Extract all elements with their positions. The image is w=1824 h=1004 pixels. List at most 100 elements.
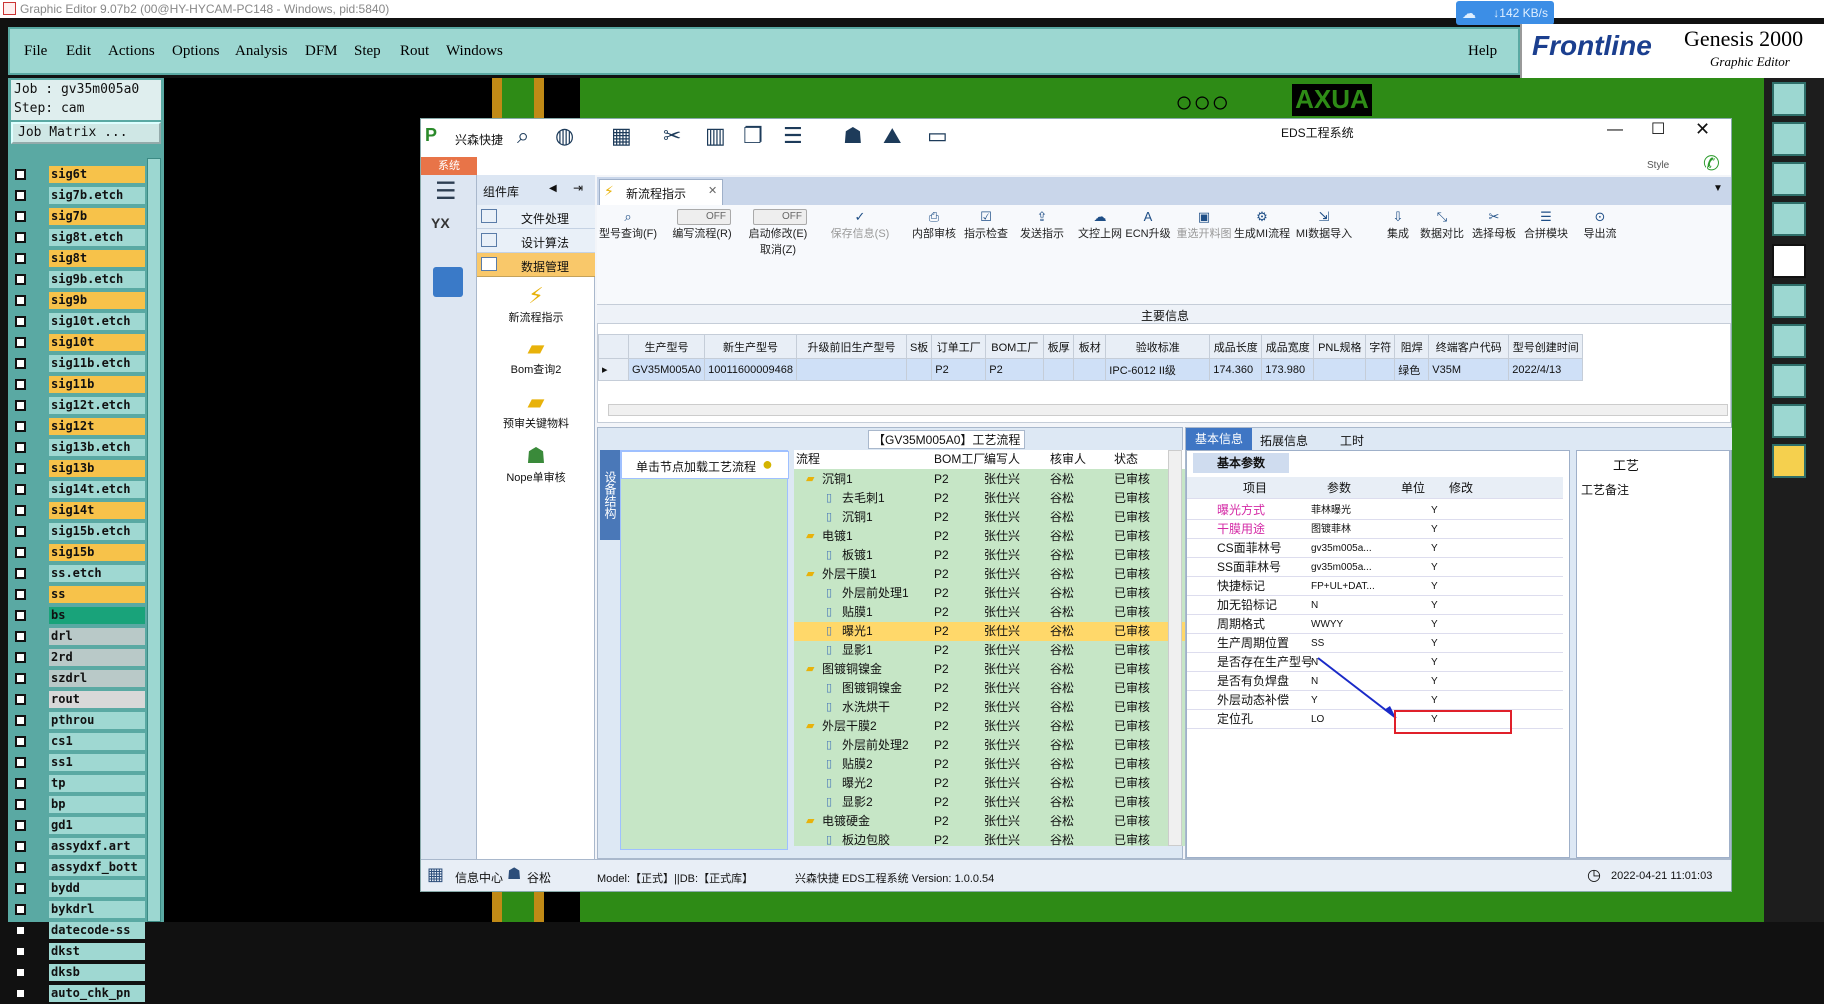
layer-name[interactable]: bs bbox=[49, 607, 145, 624]
collapse-left-icon[interactable]: ◀ bbox=[549, 183, 557, 194]
info-cell[interactable]: IPC-6012 II级 bbox=[1105, 358, 1211, 381]
pin-icon[interactable]: ⇥ bbox=[573, 181, 583, 195]
layer-name[interactable]: sig11b.etch bbox=[49, 355, 145, 372]
tool-window-icon[interactable] bbox=[1772, 122, 1806, 156]
layer-name[interactable]: sig8t bbox=[49, 250, 145, 267]
layer-name[interactable]: drl bbox=[49, 628, 145, 645]
layer-name[interactable]: sig9b bbox=[49, 292, 145, 309]
layer-row[interactable]: sig13b.etch bbox=[13, 437, 147, 458]
tool-zoom-icon[interactable] bbox=[1772, 162, 1806, 196]
layer-row[interactable]: dksb bbox=[13, 962, 147, 983]
side-bom-query[interactable]: ▰ Bom查询2 bbox=[477, 335, 595, 381]
layer-row[interactable]: auto_chk_pn bbox=[13, 983, 147, 1004]
layer-row[interactable]: ss.etch bbox=[13, 563, 147, 584]
layer-checkbox[interactable] bbox=[15, 211, 26, 222]
info-col-header[interactable]: 型号创建时间 bbox=[1508, 334, 1584, 359]
param-row[interactable]: 周期格式 WWYY Y bbox=[1187, 615, 1563, 634]
layer-row[interactable]: sig7b.etch bbox=[13, 185, 147, 206]
info-col-header[interactable]: 阻焊 bbox=[1394, 334, 1430, 359]
list-icon[interactable]: ☰ bbox=[783, 123, 803, 149]
info-col-header[interactable]: BOM工厂 bbox=[985, 334, 1045, 359]
layer-row[interactable]: bykdrl bbox=[13, 899, 147, 920]
basic-params-tab[interactable]: 基本参数 bbox=[1193, 453, 1289, 473]
chart-icon[interactable]: ⛰ bbox=[883, 123, 901, 149]
layer-row[interactable]: sig7b bbox=[13, 206, 147, 227]
layer-checkbox[interactable] bbox=[15, 883, 26, 894]
layer-row[interactable]: dkst bbox=[13, 941, 147, 962]
layer-checkbox[interactable] bbox=[15, 379, 26, 390]
layer-row[interactable]: sig15b.etch bbox=[13, 521, 147, 542]
info-col-header[interactable]: 终端客户代码 bbox=[1428, 334, 1510, 359]
layer-row[interactable]: sig12t bbox=[13, 416, 147, 437]
tool-net-icon[interactable] bbox=[1772, 284, 1806, 318]
param-row[interactable]: 干膜用途 图镀菲林 Y bbox=[1187, 520, 1563, 539]
info-col-header[interactable]: 成品宽度 bbox=[1261, 334, 1315, 359]
layer-row[interactable]: assydxf.art bbox=[13, 836, 147, 857]
info-col-header[interactable]: 验收标准 bbox=[1105, 334, 1211, 359]
layer-checkbox[interactable] bbox=[15, 736, 26, 747]
layer-name[interactable]: ss1 bbox=[49, 754, 145, 771]
param-modify[interactable]: Y bbox=[1431, 691, 1438, 710]
layer-row[interactable]: sig9b bbox=[13, 290, 147, 311]
layer-row[interactable]: sig6t bbox=[13, 164, 147, 185]
layer-checkbox[interactable] bbox=[15, 673, 26, 684]
ribbon-button[interactable]: ⊙ 导出流 bbox=[1569, 209, 1631, 241]
nav-design-algorithm[interactable]: 设计算法 bbox=[477, 229, 595, 253]
status-info-center[interactable]: 信息中心 bbox=[455, 869, 503, 886]
film-icon[interactable]: ▥ bbox=[705, 123, 726, 149]
equipment-side-tab[interactable]: 设备结构 bbox=[600, 450, 620, 540]
param-row[interactable]: 加无铅标记 N Y bbox=[1187, 596, 1563, 615]
layer-name[interactable]: assydxf.art bbox=[49, 838, 145, 855]
layer-name[interactable]: pthrou bbox=[49, 712, 145, 729]
ribbon-button[interactable]: ⇲ MI数据导入 bbox=[1293, 209, 1355, 241]
tool-select-icon[interactable] bbox=[1772, 364, 1806, 398]
param-row[interactable]: SS面菲林号 gv35m005a... Y bbox=[1187, 558, 1563, 577]
layer-row[interactable]: sig11b.etch bbox=[13, 353, 147, 374]
layer-name[interactable]: cs1 bbox=[49, 733, 145, 750]
info-cell[interactable] bbox=[1043, 358, 1075, 381]
minimize-icon[interactable]: — bbox=[1607, 121, 1623, 139]
side-new-flow[interactable]: ⚡ 新流程指示 bbox=[477, 283, 595, 329]
grid-icon[interactable]: ▦ bbox=[611, 123, 632, 149]
layer-row[interactable]: datecode-ss bbox=[13, 920, 147, 941]
layer-name[interactable]: sig7b bbox=[49, 208, 145, 225]
layer-name[interactable]: sig7b.etch bbox=[49, 187, 145, 204]
layer-checkbox[interactable] bbox=[15, 190, 26, 201]
tool-fit-icon[interactable] bbox=[1772, 82, 1806, 116]
menu-hamburger-icon[interactable]: ☰ bbox=[435, 177, 457, 206]
layer-checkbox[interactable] bbox=[15, 988, 26, 999]
layer-name[interactable]: sig10t bbox=[49, 334, 145, 351]
tool-shape-icon[interactable] bbox=[1772, 404, 1806, 438]
layer-name[interactable]: sig8t.etch bbox=[49, 229, 145, 246]
layer-name[interactable]: auto_chk_pn bbox=[49, 985, 145, 1002]
param-value[interactable]: gv35m005a... bbox=[1311, 539, 1385, 558]
info-col-header[interactable]: 成品长度 bbox=[1209, 334, 1263, 359]
param-col-header[interactable]: 参数 bbox=[1327, 477, 1351, 499]
toggle-off-switch[interactable]: OFF bbox=[753, 209, 807, 225]
layer-checkbox[interactable] bbox=[15, 505, 26, 516]
layer-name[interactable]: dksb bbox=[49, 964, 145, 981]
layer-name[interactable]: sig11b bbox=[49, 376, 145, 393]
menu-options[interactable]: Options bbox=[172, 43, 220, 60]
info-cell[interactable] bbox=[905, 358, 933, 381]
layer-name[interactable]: sig13b.etch bbox=[49, 439, 145, 456]
layer-row[interactable]: sig10t.etch bbox=[13, 311, 147, 332]
side-precheck-material[interactable]: ▰ 预审关键物料 bbox=[477, 389, 595, 435]
ribbon-button[interactable]: ✓ 保存信息(S) bbox=[829, 209, 891, 241]
layer-name[interactable]: datecode-ss bbox=[49, 922, 145, 939]
layer-row[interactable]: gd1 bbox=[13, 815, 147, 836]
layer-checkbox[interactable] bbox=[15, 946, 26, 957]
ribbon-button[interactable]: ⌕ 型号查询(F) bbox=[597, 209, 659, 241]
param-value[interactable]: 菲林曝光 bbox=[1311, 501, 1385, 520]
side-nope-review[interactable]: ☗ Nope单审核 bbox=[477, 443, 595, 489]
layer-checkbox[interactable] bbox=[15, 568, 26, 579]
monitor-icon[interactable]: ▭ bbox=[927, 123, 948, 149]
info-col-header[interactable]: PNL规格 bbox=[1313, 334, 1367, 359]
style-dropdown[interactable]: Style bbox=[1647, 160, 1669, 171]
layer-row[interactable]: ss bbox=[13, 584, 147, 605]
phone-icon[interactable]: ✆ bbox=[1703, 151, 1720, 176]
param-value[interactable]: gv35m005a... bbox=[1311, 558, 1385, 577]
tab-work-hours[interactable]: 工时 bbox=[1340, 432, 1364, 449]
scissors-icon[interactable]: ✂ bbox=[663, 123, 681, 149]
info-cell[interactable]: 绿色 bbox=[1394, 358, 1430, 381]
